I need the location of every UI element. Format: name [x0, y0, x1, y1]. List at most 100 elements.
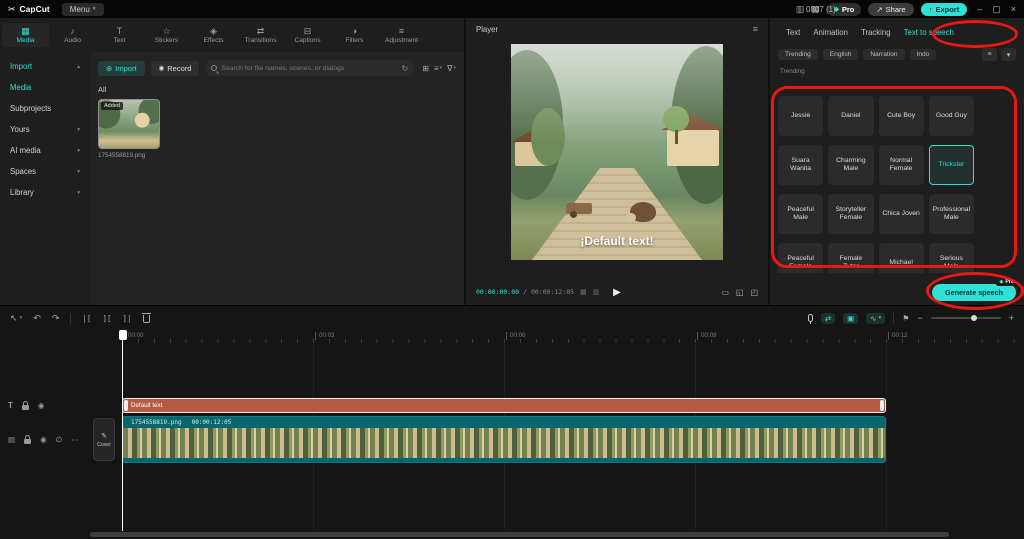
undo-button[interactable]: ↶	[33, 313, 41, 324]
preview-layout-icon[interactable]: ▥	[593, 288, 600, 296]
player-menu-icon[interactable]: ≡	[753, 24, 758, 34]
voice-card[interactable]: Serious Male	[928, 243, 974, 273]
voice-card[interactable]: Chica Joven	[878, 194, 924, 234]
voice-card[interactable]: Peaceful Male	[778, 194, 824, 234]
ratio-button[interactable]: ◱	[736, 288, 744, 297]
redo-button[interactable]: ↷	[52, 313, 60, 324]
tab-filters[interactable]: ◑ Filters	[331, 23, 378, 47]
cover-button[interactable]: ✎ Cover	[93, 418, 115, 461]
search-box[interactable]: ↻	[205, 60, 415, 76]
tab-audio[interactable]: ♪ Audio	[49, 23, 96, 47]
voice-card[interactable]: Female Tutor	[828, 243, 874, 273]
sidebar-item-library[interactable]: Library ▾	[0, 182, 90, 203]
tab-effects[interactable]: ◈ Effects	[190, 23, 237, 47]
tab-adjustment[interactable]: ≡ Adjustment	[378, 23, 425, 47]
voice-card[interactable]: Cute Boy	[878, 96, 924, 136]
clip-handle-left[interactable]	[124, 400, 128, 411]
tab-animation[interactable]: Animation	[813, 28, 848, 37]
mic-icon[interactable]	[807, 314, 813, 324]
eye-icon[interactable]: ◉	[38, 401, 45, 410]
tab-text-to-speech[interactable]: Text to speech	[904, 28, 954, 37]
voice-card[interactable]: Normal Female	[878, 145, 924, 185]
tab-transitions[interactable]: ⇄ Transitions	[237, 23, 284, 47]
voice-card[interactable]: Jessie	[778, 96, 824, 136]
text-clip[interactable]: Default text	[122, 398, 886, 413]
preview-grid-icon[interactable]: ▦	[580, 288, 587, 296]
recent-icon[interactable]: ↻	[402, 64, 409, 73]
sidebar-item-import[interactable]: Import ▴	[0, 56, 90, 77]
video-preview[interactable]: ¡Default text!	[511, 44, 723, 260]
caption-overlay[interactable]: ¡Default text!	[511, 234, 723, 248]
more-icon[interactable]: ⋯	[71, 435, 79, 444]
trim-right-button[interactable]: ]|	[122, 314, 131, 323]
zoom-out-button[interactable]: −	[917, 313, 922, 323]
sidebar-item-ai-media[interactable]: AI media ▾	[0, 140, 90, 161]
audio-toggle-button[interactable]: ∿ ▾	[866, 312, 886, 324]
tab-tracking[interactable]: Tracking	[861, 28, 891, 37]
scrollbar-thumb[interactable]	[90, 532, 950, 537]
voice-card[interactable]: Daniel	[828, 96, 874, 136]
close-button[interactable]: ×	[1011, 4, 1016, 14]
snap-toggle-button[interactable]: ▣	[843, 312, 859, 324]
trim-left-button[interactable]: |[	[82, 314, 91, 323]
share-button[interactable]: ↗ Share	[868, 2, 914, 16]
grid-view-button[interactable]: ⊞	[422, 64, 429, 73]
tab-captions[interactable]: ⊟ Captions	[284, 23, 331, 47]
voice-card[interactable]: Professional Male	[928, 194, 974, 234]
zoom-slider[interactable]	[930, 315, 1001, 321]
voice-card-selected[interactable]: Trickster	[928, 145, 974, 185]
voice-card[interactable]: Michael	[878, 243, 924, 273]
record-button[interactable]: ◉ Record	[150, 60, 200, 76]
expand-button[interactable]: ▾	[1001, 48, 1016, 61]
import-button[interactable]: ⊕ Import	[98, 60, 145, 76]
filter-button[interactable]: ∇ ▾	[447, 64, 456, 73]
sidebar-item-media[interactable]: Media	[0, 77, 90, 98]
play-button[interactable]: ▶	[613, 287, 621, 298]
menu-button[interactable]: Menu ▾	[61, 2, 104, 16]
mute-icon[interactable]: ∅	[56, 435, 63, 444]
generate-speech-button[interactable]: Generate speech ◆ Pro	[932, 278, 1018, 301]
lock-icon[interactable]	[24, 434, 32, 444]
minimize-button[interactable]: –	[977, 4, 982, 14]
chip-indonesian[interactable]: Indo	[909, 49, 937, 60]
tab-text[interactable]: T Text	[96, 23, 143, 47]
display-icon[interactable]: ▥	[796, 4, 805, 15]
voice-card[interactable]: Good Guy	[928, 96, 974, 136]
playhead-handle[interactable]	[118, 330, 127, 340]
quality-button[interactable]: ▭	[721, 288, 729, 297]
search-input[interactable]	[221, 64, 398, 72]
sidebar-item-spaces[interactable]: Spaces ▾	[0, 161, 90, 182]
sort-button[interactable]: ≡ ▾	[434, 64, 442, 73]
voice-card[interactable]: Storyteller Female	[828, 194, 874, 234]
chip-narration[interactable]: Narration	[863, 49, 905, 60]
marker-flag-button[interactable]: ⚑	[902, 314, 909, 323]
tab-text[interactable]: Text	[786, 28, 800, 37]
export-button[interactable]: ↑ Export	[920, 2, 968, 16]
lock-icon[interactable]	[21, 400, 29, 410]
maximize-button[interactable]: ▢	[992, 4, 1001, 15]
chip-trending[interactable]: Trending	[778, 49, 818, 60]
delete-button[interactable]	[141, 313, 151, 323]
voice-card[interactable]: Peaceful Female	[778, 243, 824, 273]
voice-card[interactable]: Charming Male	[828, 145, 874, 185]
zoom-slider-thumb[interactable]	[971, 315, 978, 321]
video-clip[interactable]: 1754558819.png 00:00:12:05	[122, 416, 886, 463]
fullscreen-button[interactable]: ◰	[750, 288, 758, 297]
split-button[interactable]: ][	[102, 314, 111, 323]
timeline-ruler[interactable]: 00:00 00:03 00:06 00:09 00:12	[0, 330, 1024, 344]
tab-media[interactable]: ▦ Media	[2, 23, 49, 47]
sort-filter-button[interactable]: ≡	[982, 48, 997, 61]
sidebar-item-subprojects[interactable]: Subprojects	[0, 98, 90, 119]
select-tool-button[interactable]: ↖ ▾	[10, 313, 22, 324]
sidebar-item-yours[interactable]: Yours ▾	[0, 119, 90, 140]
chip-english[interactable]: English	[822, 49, 859, 60]
voice-card[interactable]: Suara Wanita	[778, 145, 824, 185]
media-item[interactable]: Added	[98, 99, 160, 149]
timeline-scrollbar[interactable]	[90, 532, 1014, 537]
tab-stickers[interactable]: ☆ Stickers	[143, 23, 190, 47]
playhead[interactable]	[118, 330, 127, 531]
zoom-in-button[interactable]: +	[1009, 313, 1014, 323]
clip-handle-right[interactable]	[880, 400, 884, 411]
eye-icon[interactable]: ◉	[40, 435, 47, 444]
mirror-toggle-button[interactable]: ⇄	[820, 312, 836, 324]
